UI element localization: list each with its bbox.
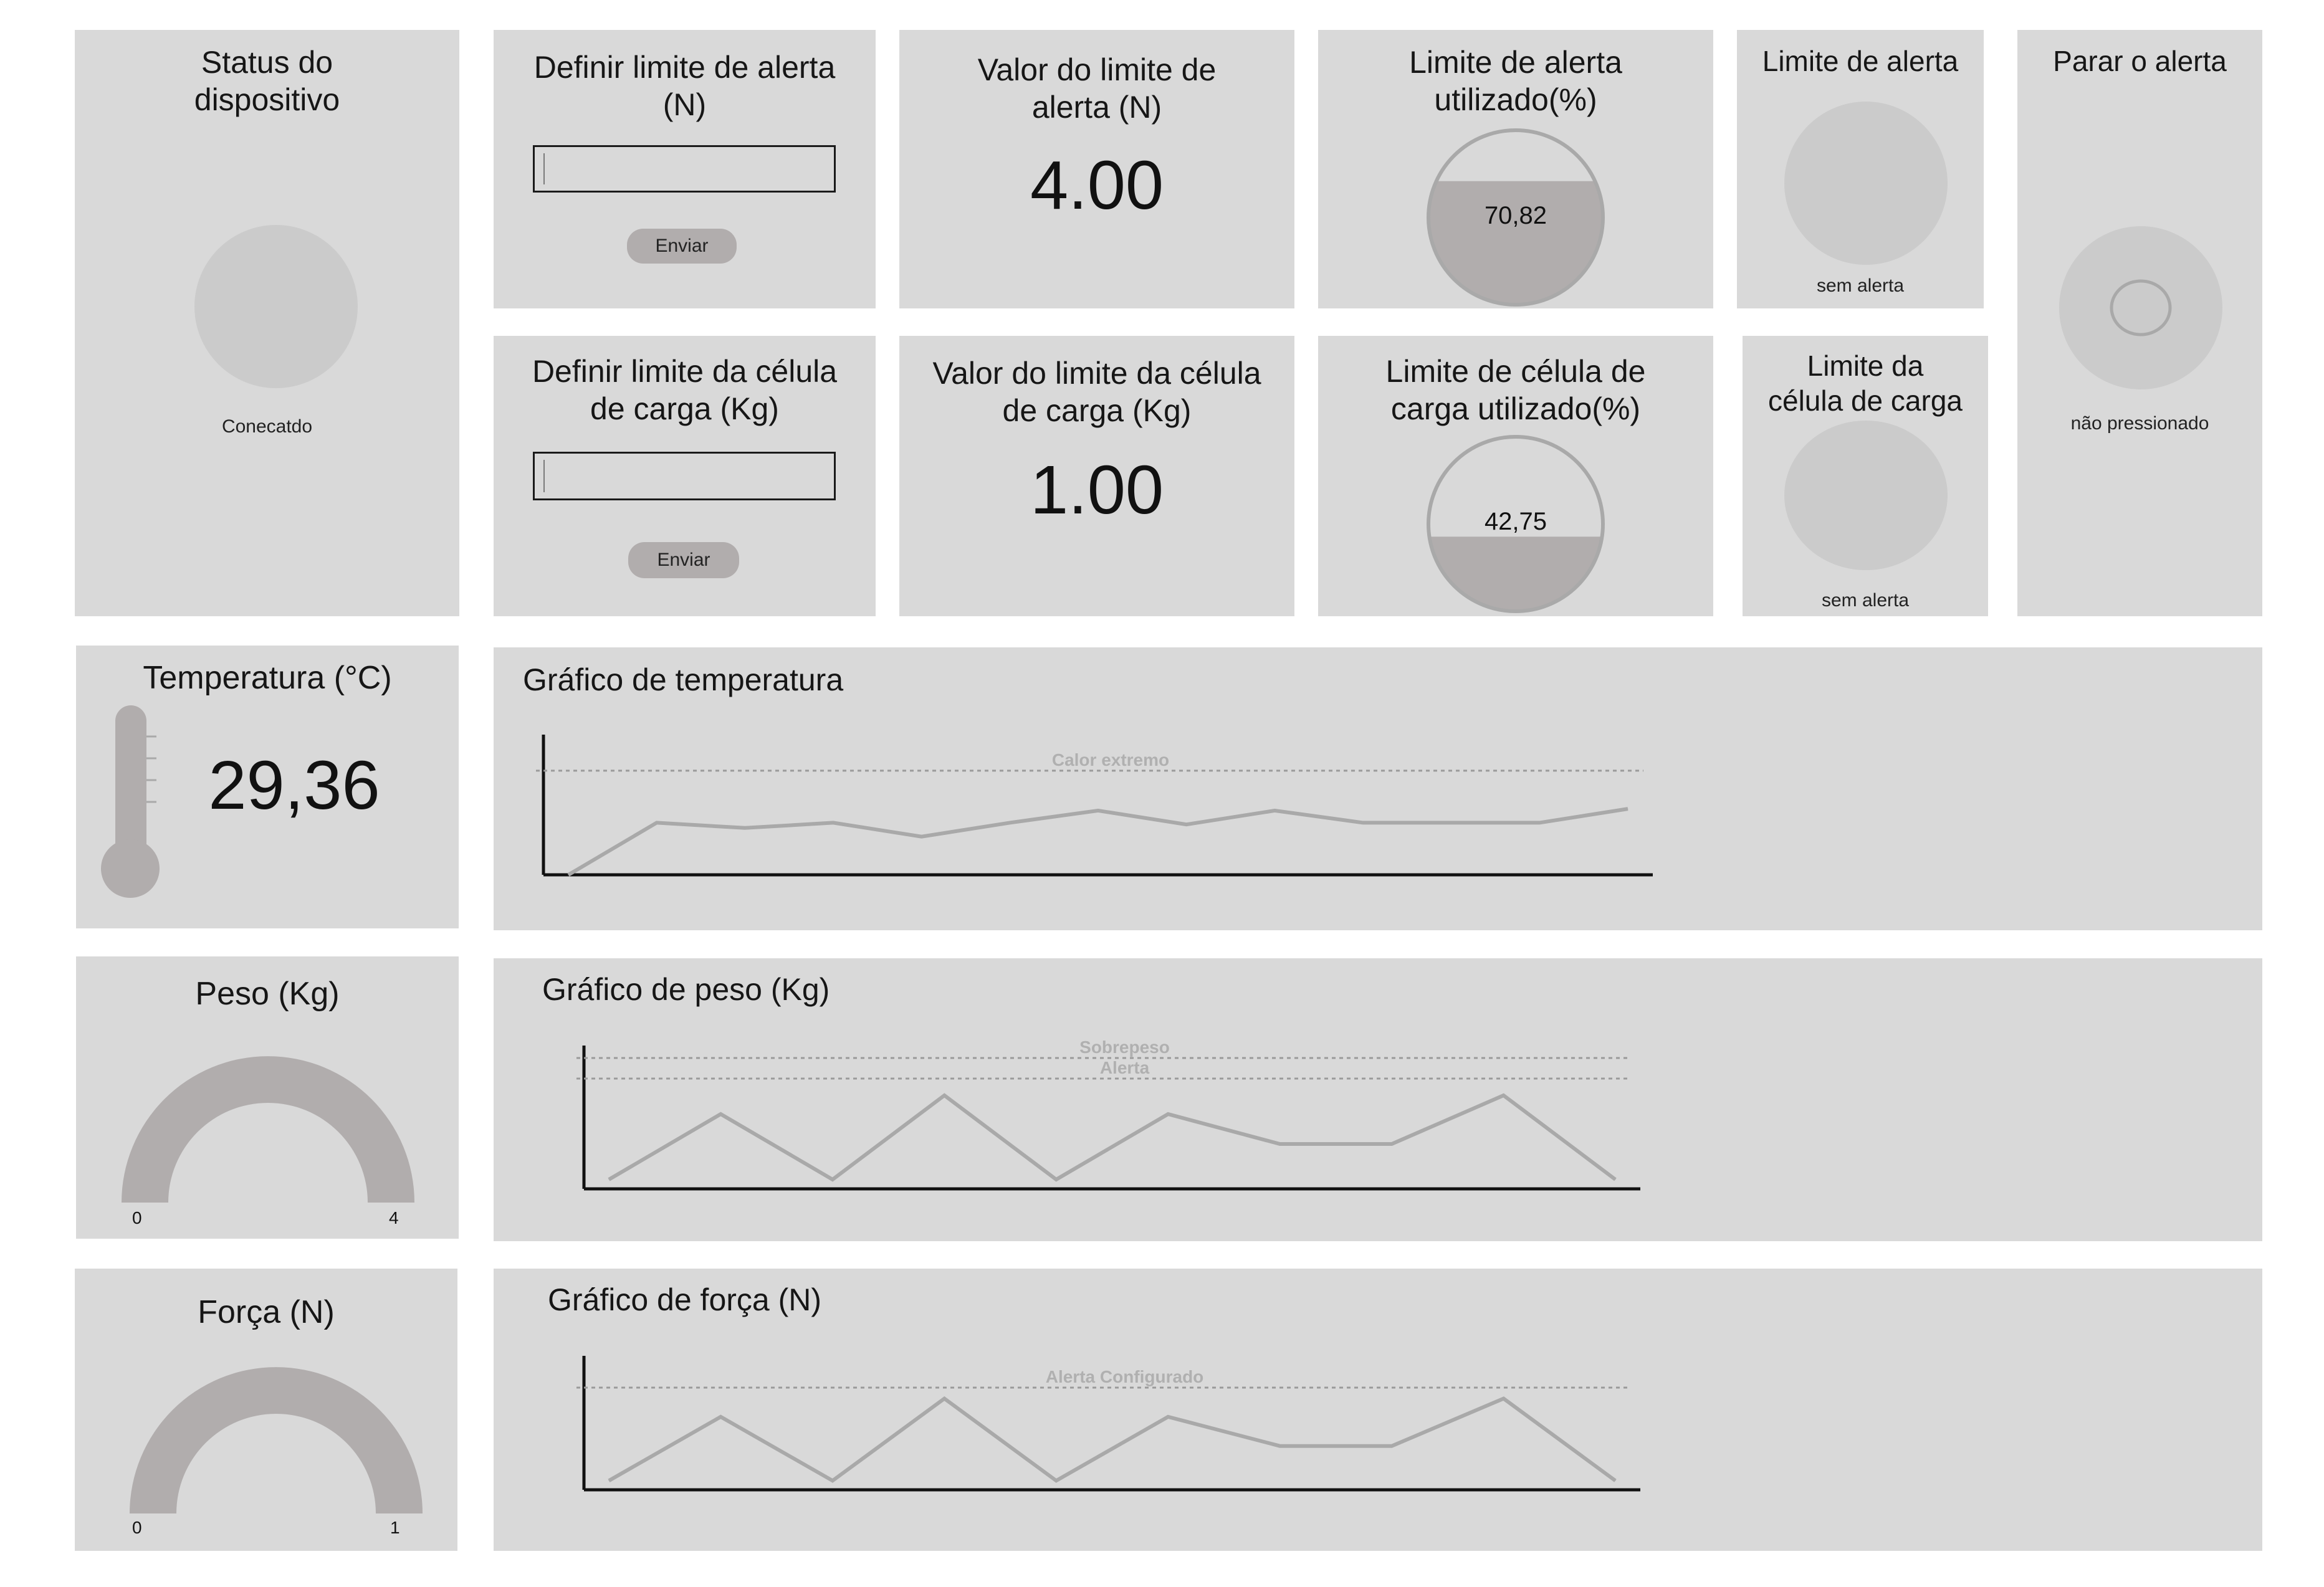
alert-indicator-icon: [1784, 102, 1948, 265]
load-limit-value-title: Valor do limite da célula de carga (Kg): [932, 356, 1261, 428]
weight-title: Peso (Kg): [195, 976, 340, 1012]
data-point: [944, 1095, 945, 1096]
set-alert-limit-title: Definir limite de alerta (N): [533, 50, 836, 122]
load-limit-used-fill: [1428, 536, 1603, 611]
thermometer-icon: [101, 705, 160, 898]
force-gauge-min: 0: [132, 1518, 142, 1537]
data-point: [1539, 822, 1540, 823]
data-point: [832, 1480, 833, 1481]
load-indicator-state: sem alerta: [1821, 590, 1910, 611]
alert-indicator-panel: Limite de alerta sem alerta: [1737, 30, 1984, 308]
load-limit-input[interactable]: [533, 452, 836, 500]
stop-alert-button[interactable]: [2059, 226, 2222, 389]
force-gauge: [130, 1367, 423, 1513]
data-point: [1615, 1480, 1616, 1481]
weight-line-chart: SobrepesoAlerta: [576, 1037, 1640, 1191]
load-limit-value-panel: Valor do limite da célula de carga (Kg) …: [899, 336, 1294, 616]
stop-alert-panel: Parar o alerta não pressionado: [2017, 30, 2262, 616]
data-point: [1362, 822, 1364, 823]
alert-limit-value-panel: Valor do limite de alerta (N) 4.00: [899, 30, 1294, 308]
text-caret: [543, 460, 545, 492]
alert-indicator-title: Limite de alerta: [1762, 45, 1959, 77]
alert-limit-value-title: Valor do limite de alerta (N): [977, 52, 1217, 125]
reference-line-label: Calor extremo: [1052, 750, 1169, 770]
data-point: [720, 1113, 721, 1115]
series-line: [567, 807, 1628, 877]
temperature-title: Temperatura (°C): [143, 660, 392, 696]
status-indicator-icon: [194, 225, 358, 388]
alert-limit-input[interactable]: [533, 145, 836, 193]
data-point: [1503, 1398, 1504, 1399]
data-point: [1503, 1095, 1504, 1096]
alert-limit-used-fill: [1428, 181, 1603, 305]
load-indicator-title: Limite da célula de carga: [1768, 350, 1963, 417]
data-point: [833, 822, 834, 823]
force-gauge-max: 1: [390, 1518, 400, 1537]
alert-limit-used-value: 70,82: [1484, 202, 1547, 229]
weight-gauge-max: 4: [389, 1208, 399, 1227]
load-indicator-panel: Limite da célula de carga sem alerta: [1743, 336, 1988, 616]
load-indicator-icon: [1784, 421, 1948, 570]
reference-line-label: Alerta Configurado: [1046, 1367, 1204, 1386]
set-load-limit-panel: Definir limite da célula de carga (Kg) E…: [494, 336, 876, 616]
device-status-title: Status do dispositivo: [194, 45, 340, 117]
data-point: [720, 1416, 721, 1418]
device-status-panel: Status do dispositivo Conecatdo: [75, 30, 459, 616]
data-point: [944, 1398, 945, 1399]
force-chart-panel: Gráfico de força (N) Alerta Configurado: [494, 1269, 2262, 1551]
weight-gauge-min: 0: [132, 1208, 142, 1227]
weight-chart-panel: Gráfico de peso (Kg) Sobrepeso Alerta: [494, 958, 2262, 1241]
stop-alert-title: Parar o alerta: [2053, 45, 2227, 77]
text-caret: [543, 153, 545, 184]
alert-limit-used-title: Limite de alerta utilizado(%): [1409, 45, 1622, 117]
data-point: [1279, 1143, 1281, 1145]
set-alert-limit-panel: Definir limite de alerta (N) Enviar: [494, 30, 876, 308]
alert-limit-used-panel: Limite de alerta utilizado(%) 70,82: [1318, 30, 1713, 308]
weight-panel: Peso (Kg) 0 4: [76, 956, 459, 1239]
data-point: [921, 836, 922, 837]
weight-gauge: [122, 1056, 414, 1203]
reference-line-label: Sobrepeso: [1079, 1037, 1170, 1057]
data-point: [1167, 1113, 1169, 1115]
data-point: [608, 1480, 610, 1481]
temperature-chart-panel: Gráfico de temperatura Calor extremo: [494, 647, 2262, 930]
temperature-value: 29,36: [208, 747, 380, 824]
series-line: [608, 1093, 1617, 1182]
load-limit-used-panel: Limite de célula de carga utilizado(%) 4…: [1318, 336, 1713, 616]
force-line-chart: Alerta Configurado: [576, 1356, 1640, 1492]
temperature-line-chart: Calor extremo: [536, 735, 1653, 877]
device-status-text: Conecatdo: [221, 416, 313, 437]
load-limit-used-value: 42,75: [1484, 508, 1547, 535]
alert-limit-submit-button[interactable]: Enviar: [627, 229, 737, 264]
alert-indicator-state: sem alerta: [1816, 275, 1905, 296]
data-point: [656, 822, 658, 823]
data-point: [1274, 810, 1275, 811]
alert-limit-value: 4.00: [1030, 147, 1164, 224]
load-limit-submit-button[interactable]: Enviar: [628, 542, 739, 578]
reference-line-label: Alerta: [1100, 1058, 1150, 1077]
load-limit-value: 1.00: [1030, 452, 1164, 528]
load-limit-used-title: Limite de célula de carga utilizado(%): [1385, 354, 1646, 426]
data-point: [1186, 824, 1187, 825]
data-point: [1097, 810, 1099, 811]
force-title: Força (N): [198, 1294, 335, 1330]
stop-alert-state: não pressionado: [2070, 413, 2209, 434]
series-line: [608, 1396, 1617, 1483]
force-panel: Força (N) 0 1: [75, 1269, 457, 1551]
data-point: [1167, 1416, 1169, 1418]
temperature-panel: Temperatura (°C) 29,36: [76, 646, 459, 928]
set-load-limit-title: Definir limite da célula de carga (Kg): [532, 354, 838, 426]
button-ring-icon: [2110, 279, 2172, 336]
